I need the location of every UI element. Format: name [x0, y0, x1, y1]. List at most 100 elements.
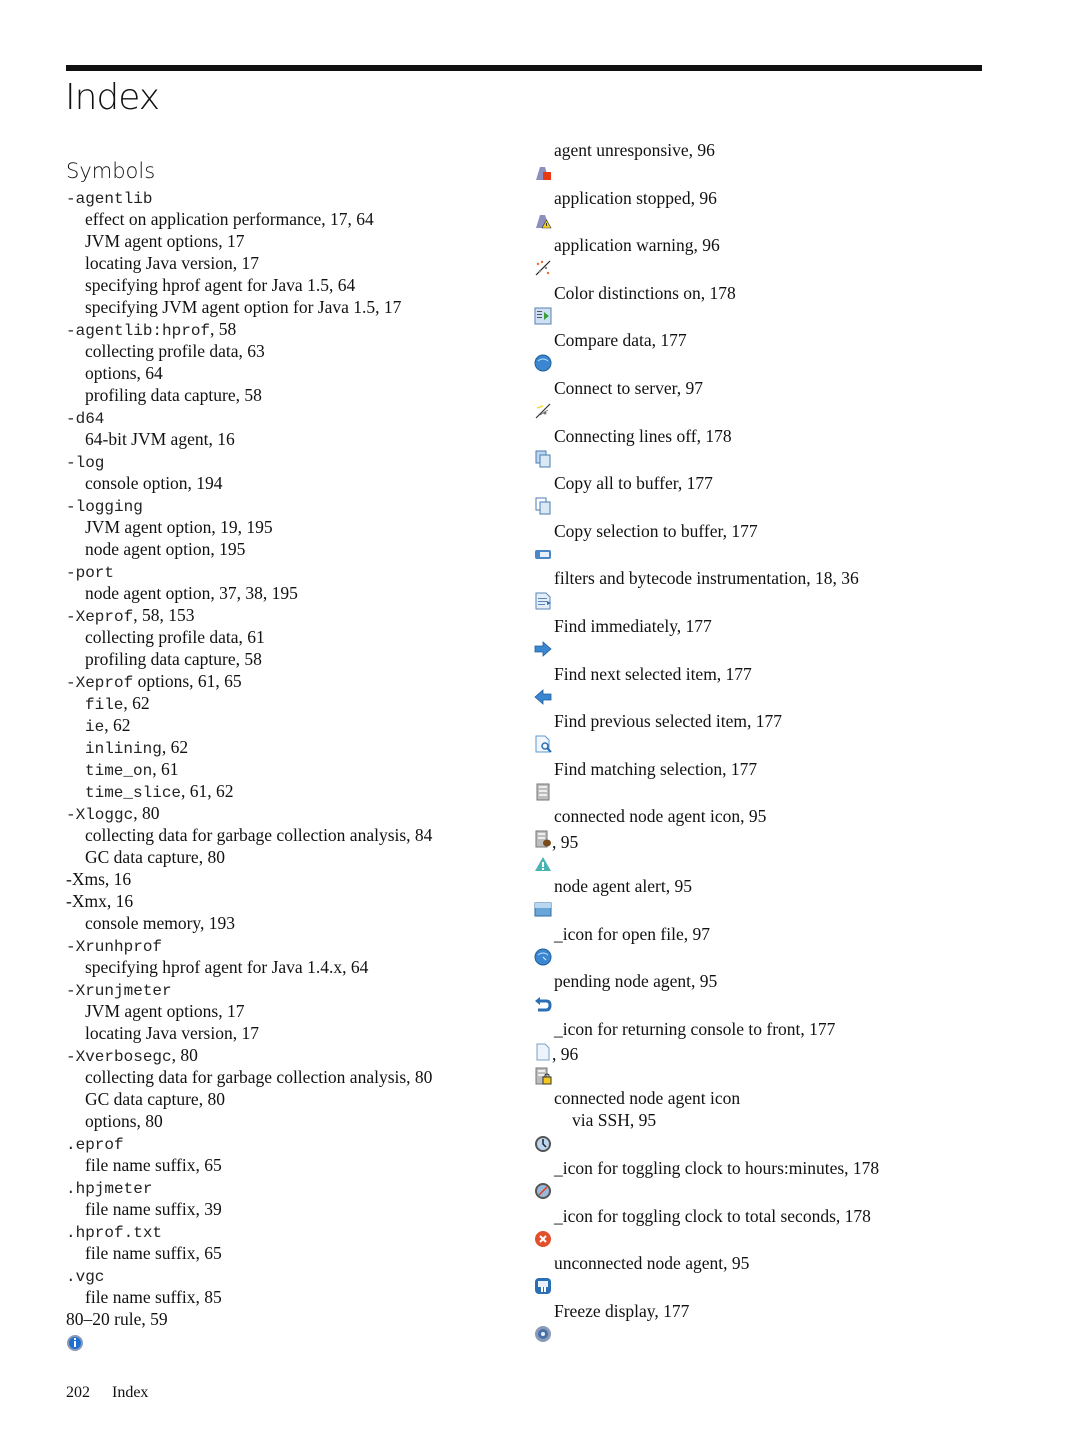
index-entry: file name suffix, 65 — [66, 1154, 506, 1176]
return-arrow-icon — [534, 995, 552, 1013]
freeze-display-icon — [534, 1277, 552, 1295]
index-entry: options, 64 — [66, 362, 506, 384]
index-entry: console memory, 193 — [66, 912, 506, 934]
index-entry: connected node agent icon via SSH, 95 — [534, 1087, 974, 1157]
index-term: effect on application performance, 17, 6… — [85, 209, 374, 229]
index-term: Connecting lines off, 178 — [554, 425, 732, 446]
index-term: JVM agent options, 17 — [85, 1001, 245, 1021]
index-entry: node agent option, 195 — [66, 538, 506, 560]
index-term: pending node agent, 95 — [554, 971, 718, 992]
index-term: specifying hprof agent for Java 1.5, 64 — [85, 275, 356, 295]
index-entry: -Xeprof options, 61, 65 — [66, 670, 506, 692]
index-entry: file name suffix, 39 — [66, 1198, 506, 1220]
index-entry: -Xeprof, 58, 153 — [66, 604, 506, 626]
index-entry: GC data capture, 80 — [66, 846, 506, 868]
index-entry: JVM agent options, 17 — [66, 1000, 506, 1022]
index-page-refs: options, 61, 65 — [133, 671, 242, 691]
index-entry: -log — [66, 450, 506, 472]
index-term: collecting profile data, 63 — [85, 341, 265, 361]
index-term: file name suffix, 85 — [85, 1287, 222, 1307]
index-entry: -logging — [66, 494, 506, 516]
index-entry: ie, 62 — [66, 714, 506, 736]
index-term: -agentlib — [66, 190, 153, 208]
index-term: -Xrunhprof — [66, 938, 163, 956]
index-entry: Copy selection to buffer, 177 — [534, 520, 974, 568]
index-term: file name suffix, 65 — [85, 1155, 222, 1175]
index-term: -Xverbosegc — [66, 1048, 172, 1066]
copy-all-icon — [534, 450, 552, 468]
index-entry: application warning, 96 — [534, 234, 974, 282]
index-term: specifying JVM agent option for Java 1.5… — [85, 297, 402, 317]
index-entry: _icon for returning console to front, 17… — [534, 1018, 974, 1066]
left-entries: -agentlib effect on application performan… — [66, 186, 506, 1330]
index-entry — [534, 1065, 974, 1087]
index-term: GC data capture, 80 — [85, 1089, 225, 1109]
index-entry: 80–20 rule, 59 — [66, 1308, 506, 1330]
index-entry: Connect to server, 97 — [534, 377, 974, 425]
node-agent-alert-icon — [534, 855, 552, 873]
filter-icon — [534, 545, 552, 563]
index-term: -d64 — [66, 410, 105, 428]
footer-section: Index — [112, 1384, 149, 1401]
index-term: console option, 194 — [85, 473, 223, 493]
index-term: -Xloggc — [66, 806, 134, 824]
index-entry: -Xrunjmeter — [66, 978, 506, 1000]
index-term: -Xeprof — [66, 608, 134, 626]
index-term: collecting data for garbage collection a… — [85, 825, 433, 845]
index-term: file — [85, 696, 124, 714]
index-entry: time_slice, 61, 62 — [66, 780, 506, 802]
section-heading-symbols: Symbols — [66, 159, 156, 183]
index-term: -Xrunjmeter — [66, 982, 172, 1000]
index-entry: JVM agent option, 19, 195 — [66, 516, 506, 538]
index-term: profiling data capture, 58 — [85, 649, 262, 669]
index-entry: locating Java version, 17 — [66, 252, 506, 274]
index-term: .hpjmeter — [66, 1180, 153, 1198]
index-term: .vgc — [66, 1268, 105, 1286]
index-entry: Compare data, 177 — [534, 329, 974, 377]
index-page-refs: , 62 — [161, 737, 189, 757]
index-entry: Find previous selected item, 177 — [534, 710, 974, 758]
index-entry: Copy all to buffer, 177 — [534, 472, 974, 520]
index-term: unconnected node agent, 95 — [554, 1253, 750, 1274]
find-immediately-icon — [534, 592, 552, 610]
index-term: node agent alert, 95 — [554, 875, 693, 896]
icon-page-ref: , 95 — [552, 831, 579, 852]
index-entry: _icon for open file, 97 — [534, 923, 974, 971]
index-term: .eprof — [66, 1136, 124, 1154]
index-term: Find next selected item, 177 — [554, 663, 752, 684]
index-entry: Find next selected item, 177 — [534, 663, 974, 711]
index-term: -agentlib:hprof — [66, 322, 211, 340]
pending-globe-icon — [534, 948, 552, 966]
index-entry: _icon for toggling clock to total second… — [534, 1205, 974, 1253]
index-entry: connected node agent icon, 95 — [534, 805, 974, 853]
index-term: -Xmx, 16 — [66, 891, 134, 911]
index-entry: -Xrunhprof — [66, 934, 506, 956]
index-term: application warning, 96 — [554, 235, 720, 256]
index-page-refs: , 80 — [133, 803, 160, 823]
page-title: Index — [65, 77, 160, 118]
index-term: -Xms, 16 — [66, 869, 132, 889]
index-term: filters and bytecode instrumentation, 18… — [554, 568, 859, 589]
connecting-lines-icon — [534, 402, 552, 420]
index-term: JVM agent options, 17 — [85, 231, 245, 251]
index-entry: collecting data for garbage collection a… — [66, 824, 506, 846]
find-matching-icon — [534, 735, 552, 753]
index-term: Color distinctions on, 178 — [554, 282, 736, 303]
gear-settings-icon — [534, 1325, 552, 1343]
index-term: .hprof.txt — [66, 1224, 163, 1242]
node-agent-lock-icon — [534, 1067, 552, 1085]
index-entry: Connecting lines off, 178 — [534, 425, 974, 473]
index-entry: .hpjmeter — [66, 1176, 506, 1198]
index-entry: Color distinctions on, 178 — [534, 282, 974, 330]
index-term: profiling data capture, 58 — [85, 385, 262, 405]
index-entry — [534, 853, 974, 875]
index-entry: locating Java version, 17 — [66, 1022, 506, 1044]
node-agent-java-icon — [534, 830, 552, 848]
unconnected-x-icon — [534, 1230, 552, 1248]
index-term: time_slice — [85, 784, 182, 802]
index-term: Find previous selected item, 177 — [554, 711, 782, 732]
index-entry: console option, 194 — [66, 472, 506, 494]
index-entry: pending node agent, 95 — [534, 970, 974, 1018]
index-term: 64-bit JVM agent, 16 — [85, 429, 235, 449]
application-warning-icon — [534, 212, 552, 230]
